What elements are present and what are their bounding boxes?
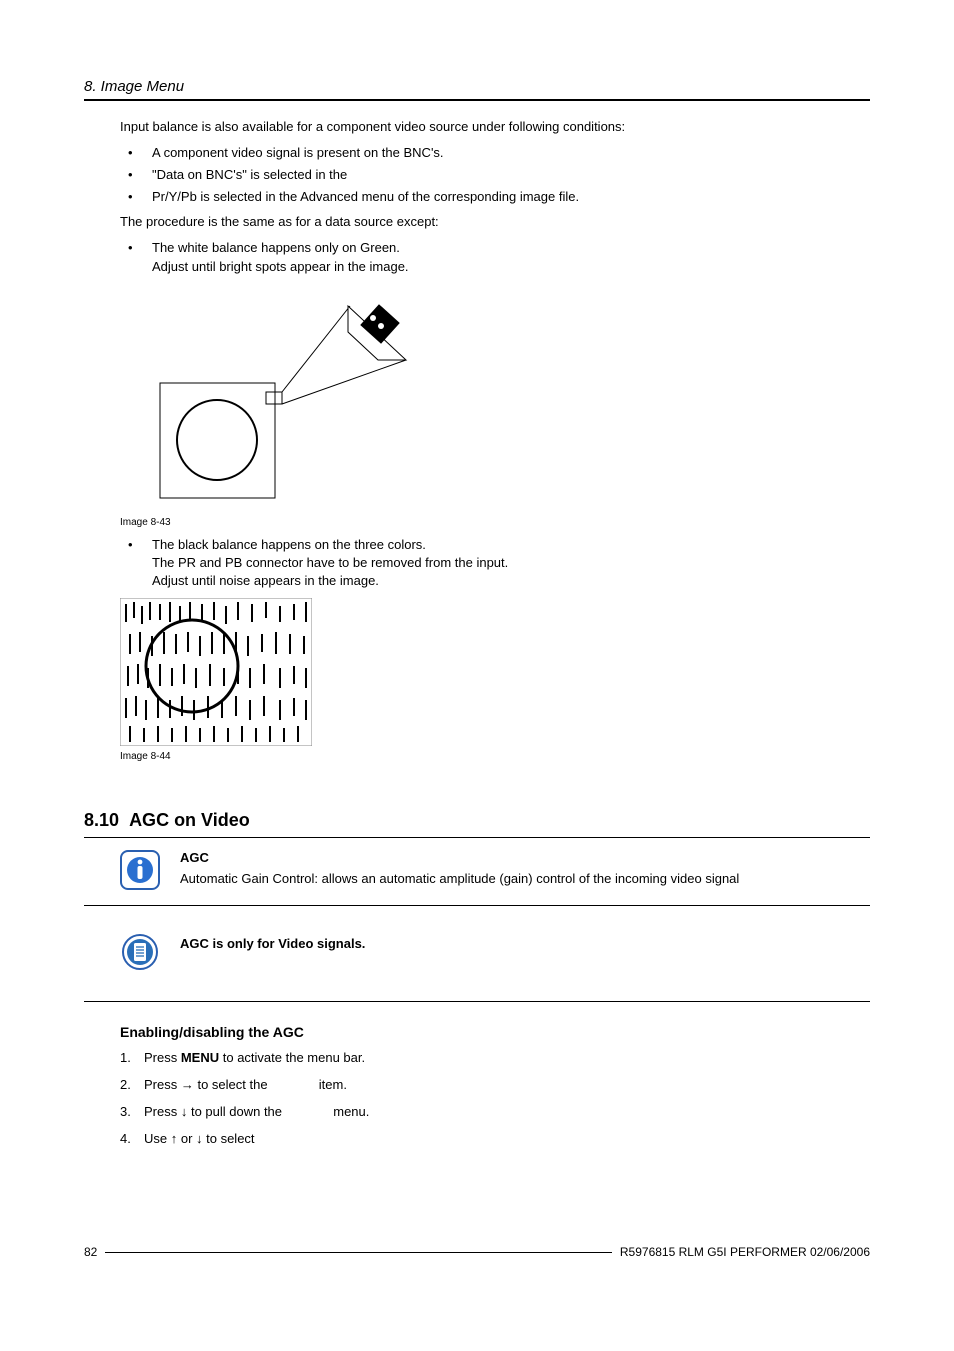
list-item: Pr/Y/Pb is selected in the Advanced menu… (120, 188, 870, 206)
step-text: Press (144, 1050, 181, 1065)
list-item: The black balance happens on the three c… (120, 536, 870, 591)
page-number: 82 (84, 1245, 97, 1259)
procedure-paragraph: The procedure is the same as for a data … (120, 214, 870, 231)
page-header: 8. Image Menu (84, 78, 870, 95)
footer-divider (105, 1252, 612, 1253)
step-item: Press MENU to activate the menu bar. (120, 1050, 870, 1067)
info-description: Automatic Gain Control: allows an automa… (180, 871, 870, 888)
step-text: to activate the menu bar. (219, 1050, 365, 1065)
note-icon (120, 932, 160, 975)
list-item-line: The white balance happens only on Green. (152, 240, 400, 255)
section-heading: 8.10 AGC on Video (84, 810, 870, 831)
step-text: item. (315, 1077, 347, 1092)
list-item: "Data on BNC's" is selected in the (120, 166, 870, 184)
steps-list: Press MENU to activate the menu bar. Pre… (120, 1050, 870, 1148)
bullet-list-except: The white balance happens only on Green.… (120, 239, 870, 275)
info-icon (120, 850, 160, 893)
section-number: 8.10 (84, 810, 119, 830)
figure-caption: Image 8-43 (120, 517, 870, 528)
figure-8-44 (120, 598, 870, 749)
figure-caption: Image 8-44 (120, 751, 870, 762)
step-text: Use ↑ or ↓ to select (144, 1131, 255, 1146)
note-box: AGC is only for Video signals. (84, 920, 870, 1002)
section-divider (84, 837, 870, 838)
list-item: A component video signal is present on t… (120, 144, 870, 162)
header-divider (84, 99, 870, 101)
figure-8-43 (150, 298, 870, 511)
note-text: AGC is only for Video signals. (180, 930, 365, 951)
subheading: Enabling/disabling the AGC (120, 1024, 870, 1040)
info-box: AGC Automatic Gain Control: allows an au… (84, 844, 870, 906)
section-title: AGC on Video (129, 810, 250, 830)
intro-paragraph: Input balance is also available for a co… (120, 119, 870, 136)
bullet-list-conditions: A component video signal is present on t… (120, 144, 870, 207)
menu-key-label: MENU (181, 1050, 219, 1065)
bullet-list-black-balance: The black balance happens on the three c… (120, 536, 870, 591)
list-item-line: Adjust until bright spots appear in the … (152, 259, 409, 274)
step-item: Use ↑ or ↓ to select (120, 1131, 870, 1148)
page-footer: 82 R5976815 RLM G5I PERFORMER 02/06/2006 (84, 1245, 870, 1259)
list-item: The white balance happens only on Green.… (120, 239, 870, 275)
step-text: Press → to select the (144, 1077, 271, 1092)
step-item: Press ↓ to pull down the menu. (120, 1104, 870, 1121)
list-item-line: The PR and PB connector have to be remov… (152, 555, 508, 570)
document-id: R5976815 RLM G5I PERFORMER 02/06/2006 (620, 1245, 870, 1259)
step-text: Press ↓ to pull down the (144, 1104, 286, 1119)
step-text: menu. (330, 1104, 370, 1119)
info-title: AGC (180, 850, 870, 865)
step-item: Press → to select the item. (120, 1077, 870, 1094)
list-item-line: The black balance happens on the three c… (152, 537, 426, 552)
list-item-line: Adjust until noise appears in the image. (152, 573, 379, 588)
